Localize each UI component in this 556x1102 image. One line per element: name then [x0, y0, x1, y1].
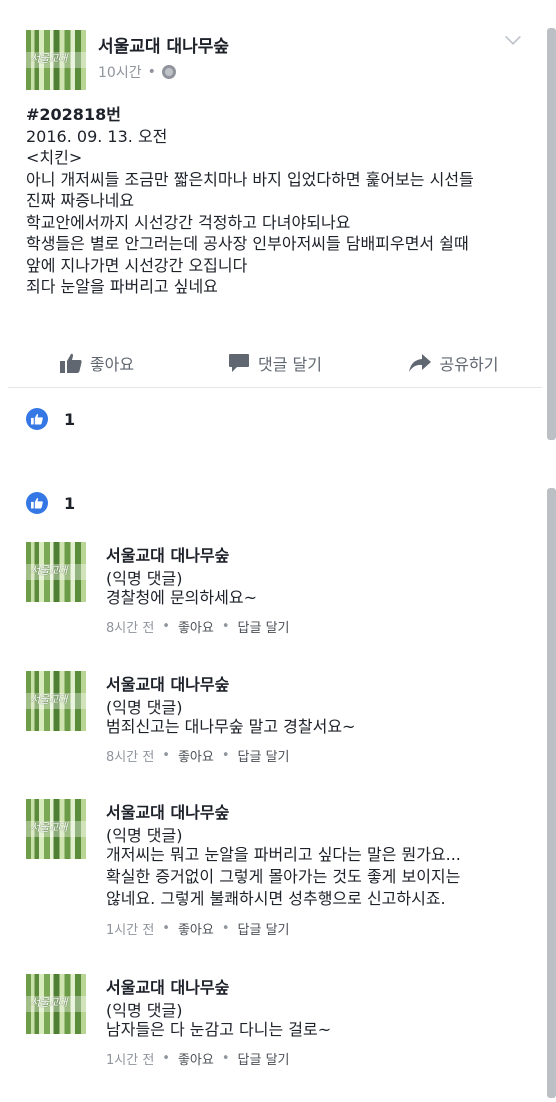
like-reaction-icon	[26, 492, 48, 514]
comment-meta: 1시간 전 • 좋아요 • 답글 달기	[106, 919, 290, 938]
comment-line: 않네요. 그렇게 불쾌하시면 성추행으로 신고하시죠.	[106, 889, 446, 908]
comment-author[interactable]: 서울교대 대나무숲	[106, 671, 229, 695]
comment-label: 댓글 달기	[258, 354, 322, 374]
chevron-down-icon[interactable]	[505, 29, 521, 45]
page-avatar[interactable]: 서울교대	[26, 30, 86, 90]
comment-anon-label: (익명 댓글)	[106, 826, 183, 845]
post-category: <치킨>	[26, 148, 83, 167]
comment-anon-label: (익명 댓글)	[106, 1001, 183, 1020]
share-button[interactable]: 공유하기	[364, 338, 542, 387]
comment-line: 남자들은 다 눈감고 다니는 걸로~	[106, 1020, 332, 1039]
comment-meta: 1시간 전 • 좋아요 • 답글 달기	[106, 1049, 290, 1068]
avatar-logo: 서울교대	[30, 821, 67, 834]
reaction-summary-bottom[interactable]: 1	[26, 492, 75, 514]
meta-separator: •	[162, 1051, 170, 1066]
scrollbar-bottom[interactable]	[547, 488, 556, 1098]
comment-anon-label: (익명 댓글)	[106, 569, 183, 588]
comment-like-link[interactable]: 좋아요	[178, 1049, 214, 1068]
post-actions: 좋아요 댓글 달기 공유하기	[8, 338, 542, 388]
comment-text: 경찰청에 문의하세요~	[106, 587, 257, 609]
comment-time[interactable]: 8시간 전	[106, 746, 154, 765]
share-label: 공유하기	[439, 354, 499, 374]
meta-separator: •	[221, 748, 230, 763]
avatar-logo: 서울교대	[30, 52, 67, 65]
comment-reply-link[interactable]: 답글 달기	[238, 617, 290, 636]
comment-line: 개저씨는 뭐고 눈알을 파버리고 싶다는 말은 뭔가요...	[106, 845, 461, 864]
globe-icon	[161, 65, 176, 79]
comment-text: 남자들은 다 눈감고 다니는 걸로~	[106, 1019, 331, 1041]
post-body: #202818번 2016. 09. 13. 오전 <치킨> 아니 개저씨들 조…	[26, 104, 538, 298]
meta-separator: •	[162, 619, 170, 634]
post-line: 학교안에서까지 시선강간 걱정하고 다녀야되나요	[26, 212, 351, 232]
comment-avatar[interactable]: 서울교대	[26, 671, 86, 731]
comment-meta: 8시간 전 • 좋아요 • 답글 달기	[106, 617, 290, 636]
comment-text: 개저씨는 뭐고 눈알을 파버리고 싶다는 말은 뭔가요... 확실한 증거없이 …	[106, 844, 461, 910]
meta-separator: •	[147, 64, 156, 80]
comment-item: 서울교대 서울교대 대나무숲 (익명 댓글) 남자들은 다 눈감고 다니는 걸로…	[26, 974, 526, 1074]
avatar-logo: 서울교대	[30, 564, 67, 577]
comment-line: 범죄신고는 대나무숲 말고 경찰서요~	[106, 717, 356, 736]
meta-separator: •	[162, 748, 170, 763]
post-line: 앞에 지나가면 시선강간 오집니다	[26, 255, 248, 275]
share-icon	[408, 353, 431, 372]
comment-avatar[interactable]: 서울교대	[26, 974, 86, 1034]
post-line: 진짜 짜증나네요	[26, 191, 135, 210]
meta-separator: •	[221, 921, 230, 936]
comment-author[interactable]: 서울교대 대나무숲	[106, 974, 229, 998]
like-reaction-icon	[26, 408, 48, 430]
comment-reply-link[interactable]: 답글 달기	[238, 1049, 290, 1068]
comment-line: 경찰청에 문의하세요~	[106, 588, 257, 607]
comment-button[interactable]: 댓글 달기	[186, 338, 364, 387]
comment-like-link[interactable]: 좋아요	[178, 919, 214, 938]
meta-separator: •	[162, 921, 170, 936]
post-line: 아니 개저씨들 조금만 짧은치마나 바지 입었다하면 훑어보는 시선들	[26, 169, 474, 189]
post-meta: 10시간 •	[98, 62, 176, 82]
meta-separator: •	[221, 619, 230, 634]
reaction-summary-top[interactable]: 1	[26, 408, 75, 430]
like-button[interactable]: 좋아요	[8, 338, 186, 387]
comment-time[interactable]: 1시간 전	[106, 919, 154, 938]
post-date: 2016. 09. 13. 오전	[26, 126, 168, 146]
comment-meta: 8시간 전 • 좋아요 • 답글 달기	[106, 746, 290, 765]
comment-time[interactable]: 1시간 전	[106, 1049, 154, 1068]
comment-anon-label: (익명 댓글)	[106, 698, 183, 717]
avatar-logo: 서울교대	[30, 996, 67, 1009]
meta-separator: •	[221, 1051, 230, 1066]
comment-author[interactable]: 서울교대 대나무숲	[106, 542, 229, 566]
comment-item: 서울교대 서울교대 대나무숲 (익명 댓글) 경찰청에 문의하세요~ 8시간 전…	[26, 542, 526, 642]
comment-icon	[229, 353, 250, 372]
like-label: 좋아요	[89, 354, 135, 374]
comment-text: 범죄신고는 대나무숲 말고 경찰서요~	[106, 716, 355, 738]
comment-item: 서울교대 서울교대 대나무숲 (익명 댓글) 범죄신고는 대나무숲 말고 경찰서…	[26, 671, 526, 771]
comment-time[interactable]: 8시간 전	[106, 617, 154, 636]
avatar-logo: 서울교대	[30, 693, 67, 706]
comment-item: 서울교대 서울교대 대나무숲 (익명 댓글) 개저씨는 뭐고 눈알을 파버리고 …	[26, 799, 526, 944]
comment-like-link[interactable]: 좋아요	[178, 617, 214, 636]
comment-line: 확실한 증거없이 그렇게 몰아가는 것도 좋게 보이지는	[106, 867, 461, 886]
comment-avatar[interactable]: 서울교대	[26, 799, 86, 859]
comment-avatar[interactable]: 서울교대	[26, 542, 86, 602]
thumbs-up-icon	[59, 353, 82, 373]
comment-author[interactable]: 서울교대 대나무숲	[106, 799, 229, 823]
post-line: 죄다 눈알을 파버리고 싶네요	[26, 277, 218, 296]
comment-reply-link[interactable]: 답글 달기	[238, 919, 290, 938]
reaction-count: 1	[64, 409, 76, 429]
reaction-count: 1	[64, 493, 76, 513]
page-name[interactable]: 서울교대 대나무숲	[98, 32, 229, 57]
scrollbar-top[interactable]	[547, 28, 556, 440]
post-line: 학생들은 별로 안그러는데 공사장 인부아저씨들 담배피우면서 쉴때	[26, 234, 469, 253]
post-time[interactable]: 10시간	[98, 62, 142, 82]
post-hashtag[interactable]: #202818번	[26, 104, 538, 126]
comment-like-link[interactable]: 좋아요	[178, 746, 214, 765]
comment-reply-link[interactable]: 답글 달기	[238, 746, 290, 765]
